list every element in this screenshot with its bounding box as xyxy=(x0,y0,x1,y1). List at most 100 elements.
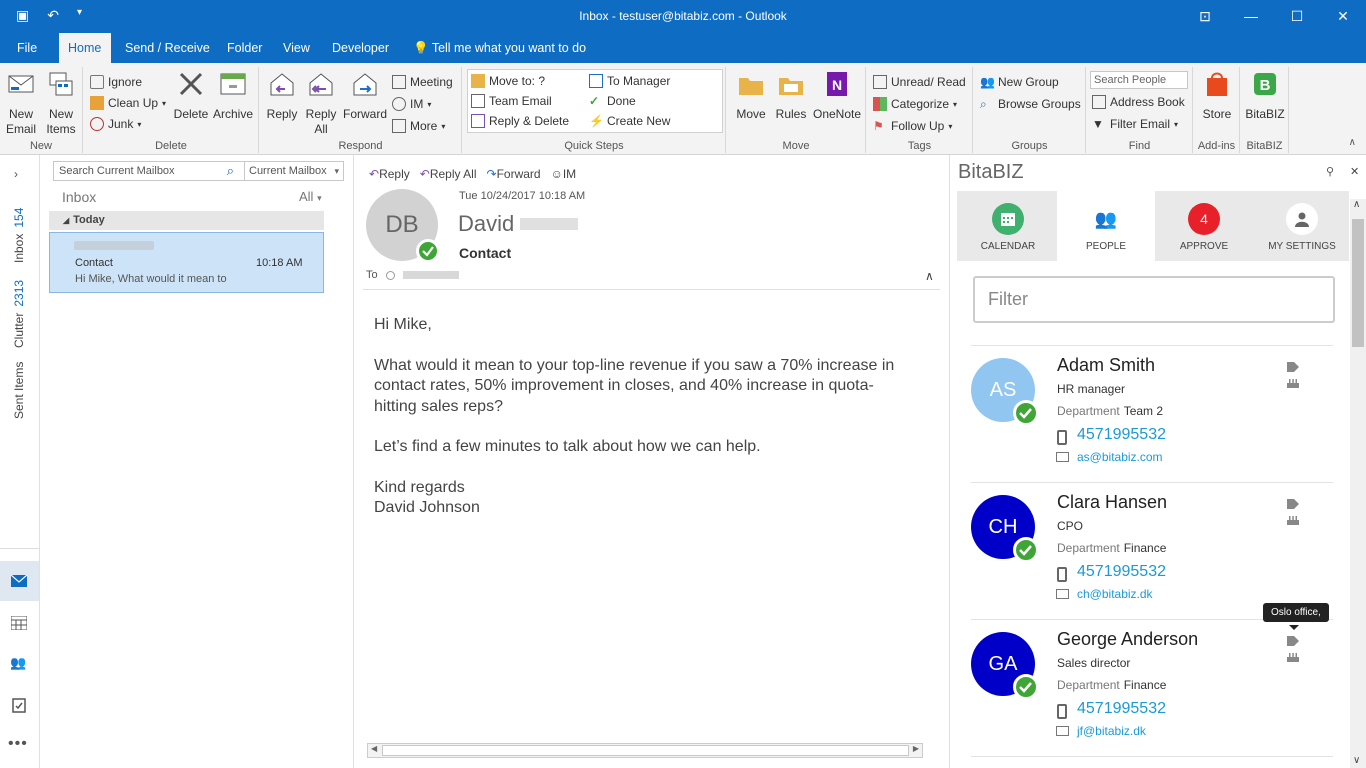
tab-approve[interactable]: 4 APPROVE xyxy=(1155,191,1253,261)
scrollbar-thumb[interactable] xyxy=(1352,219,1364,347)
ignore-button[interactable]: Ignore xyxy=(90,73,142,91)
onenote-button[interactable]: N OneNote xyxy=(811,69,863,122)
vertical-scrollbar[interactable]: ∧ ∨ xyxy=(1350,199,1366,768)
follow-up-button[interactable]: ⚑ Follow Up ▾ xyxy=(873,117,952,135)
move-button[interactable]: Move xyxy=(731,69,771,122)
bitabiz-button[interactable]: B BitaBIZ xyxy=(1243,69,1287,122)
minimize-icon[interactable]: — xyxy=(1228,0,1274,33)
calendar-icon[interactable] xyxy=(11,616,27,630)
nav-inbox[interactable]: Inbox 154 xyxy=(12,208,26,263)
tab-calendar[interactable]: CALENDAR xyxy=(959,191,1057,261)
reply-button[interactable]: Reply xyxy=(264,69,300,122)
scroll-left-icon[interactable]: ◀ xyxy=(371,744,377,753)
rules-button[interactable]: Rules xyxy=(771,69,811,122)
close-pane-icon[interactable]: ✕ xyxy=(1350,165,1359,178)
qs-done-button[interactable]: ✓ Done xyxy=(589,92,636,110)
contact-email[interactable]: as@bitabiz.com xyxy=(1077,450,1163,464)
meeting-button[interactable]: Meeting xyxy=(392,73,453,91)
horizontal-scrollbar[interactable]: ◀ ▶ xyxy=(367,743,923,758)
qs-reply-delete-button[interactable]: Reply & Delete xyxy=(471,112,569,130)
contact-email[interactable]: ch@bitabiz.dk xyxy=(1077,587,1153,601)
unread-read-button[interactable]: Unread/ Read xyxy=(873,73,966,91)
list-item[interactable]: Contact 10:18 AM Hi Mike, What would it … xyxy=(49,232,324,293)
group-label-quick-steps: Quick Steps xyxy=(564,140,624,152)
tag-icon[interactable] xyxy=(1287,499,1299,509)
pin-icon[interactable]: ⚲ xyxy=(1326,165,1334,178)
categorize-button[interactable]: Categorize ▾ xyxy=(873,95,957,113)
qs-to-manager-button[interactable]: To Manager xyxy=(589,72,670,90)
birthday-cake-icon[interactable] xyxy=(1287,652,1299,662)
browse-groups-button[interactable]: ⌕ Browse Groups xyxy=(980,95,1081,113)
date-group-header[interactable]: ◢ Today xyxy=(49,211,324,230)
nav-clutter[interactable]: Clutter 2313 xyxy=(12,280,26,348)
address-book-button[interactable]: Address Book xyxy=(1092,93,1185,111)
im-button[interactable]: IM ▾ xyxy=(392,95,431,113)
recipient-blurred[interactable] xyxy=(402,271,459,279)
junk-button[interactable]: Junk ▾ xyxy=(90,115,141,133)
nav-mail[interactable] xyxy=(0,561,39,601)
more-button[interactable]: More ▾ xyxy=(392,117,445,135)
birthday-cake-icon[interactable] xyxy=(1287,515,1299,525)
tag-icon[interactable] xyxy=(1287,636,1299,646)
filter-email-button[interactable]: ▼ Filter Email ▾ xyxy=(1092,115,1178,133)
sender-name[interactable]: David xyxy=(458,211,579,237)
reply-action[interactable]: ↶Reply xyxy=(369,167,410,181)
collapse-header-icon[interactable]: ∧ xyxy=(925,269,934,283)
people-nav-icon[interactable]: 👥 xyxy=(10,655,26,671)
birthday-cake-icon[interactable] xyxy=(1287,378,1299,388)
reply-all-button[interactable]: Reply All xyxy=(302,69,340,137)
tab-people[interactable]: 👥 PEOPLE xyxy=(1057,191,1155,261)
search-icon[interactable]: ⌕ xyxy=(227,162,234,180)
maximize-icon[interactable]: ☐ xyxy=(1274,0,1320,33)
tab-developer[interactable]: Developer xyxy=(323,33,398,63)
contact-card[interactable]: AS Adam Smith HR manager Department Team … xyxy=(971,345,1333,482)
tasks-icon[interactable] xyxy=(12,697,26,713)
qs-move-to-button[interactable]: Move to: ? xyxy=(471,72,545,90)
group-respond: Reply Reply All Forward Meeting IM ▾ More… xyxy=(260,67,462,153)
clean-up-button[interactable]: Clean Up ▾ xyxy=(90,94,166,112)
new-items-button[interactable]: New Items xyxy=(44,69,78,137)
close-icon[interactable]: ✕ xyxy=(1320,0,1366,33)
forward-button[interactable]: Forward xyxy=(342,69,388,122)
nav-sent-items[interactable]: Sent Items xyxy=(12,362,26,419)
more-apps-icon[interactable]: ••• xyxy=(8,735,28,753)
tell-me-box[interactable]: 💡 Tell me what you want to do xyxy=(404,33,595,63)
new-group-button[interactable]: 👥 New Group xyxy=(980,73,1059,91)
qs-team-email-button[interactable]: Team Email xyxy=(471,92,552,110)
tab-send-receive[interactable]: Send / Receive xyxy=(116,33,219,63)
contact-card[interactable]: GA George Anderson Sales director Depart… xyxy=(971,619,1333,756)
contact-email[interactable]: jf@bitabiz.dk xyxy=(1077,724,1146,738)
im-action[interactable]: ☺IM xyxy=(551,167,577,181)
scroll-up-icon[interactable]: ∧ xyxy=(1353,199,1360,210)
filter-all-dropdown[interactable]: All ▾ xyxy=(299,189,322,204)
contact-phone[interactable]: 4571995532 xyxy=(1077,700,1166,718)
tab-file[interactable]: File xyxy=(8,33,46,63)
tab-my-settings[interactable]: MY SETTINGS xyxy=(1253,191,1351,261)
contact-phone[interactable]: 4571995532 xyxy=(1077,563,1166,581)
reply-all-action[interactable]: ↶Reply All xyxy=(420,167,477,181)
tab-folder[interactable]: Folder xyxy=(218,33,271,63)
filter-input[interactable]: Filter xyxy=(973,276,1335,323)
new-email-button[interactable]: New Email xyxy=(4,69,38,137)
contact-phone[interactable]: 4571995532 xyxy=(1077,426,1166,444)
collapse-ribbon-icon[interactable]: ∧ xyxy=(1349,137,1356,148)
search-scope-dropdown[interactable]: Current Mailbox ▾ xyxy=(244,161,344,181)
tab-view[interactable]: View xyxy=(274,33,319,63)
search-people-input[interactable]: Search People xyxy=(1090,71,1188,89)
delete-button[interactable]: Delete xyxy=(172,69,210,122)
scrollbar-thumb[interactable] xyxy=(382,745,909,756)
contact-card[interactable]: CH Clara Hansen CPO Department Finance 45… xyxy=(971,482,1333,619)
nav-sent-label: Sent Items xyxy=(12,361,26,419)
tag-icon[interactable] xyxy=(1287,362,1299,372)
forward-action[interactable]: ↷Forward xyxy=(487,167,541,181)
ribbon-display-icon[interactable]: ⊡ xyxy=(1182,0,1228,33)
qs-create-new-button[interactable]: ⚡ Create New xyxy=(589,112,670,130)
expand-folder-pane-icon[interactable]: › xyxy=(14,167,18,181)
rules-label: Rules xyxy=(775,107,807,121)
store-button[interactable]: Store xyxy=(1198,69,1236,122)
tab-home[interactable]: Home xyxy=(59,33,111,63)
chevron-down-icon: ▾ xyxy=(427,99,432,109)
scroll-down-icon[interactable]: ∨ xyxy=(1353,755,1360,766)
scroll-right-icon[interactable]: ▶ xyxy=(913,744,919,753)
archive-button[interactable]: Archive xyxy=(212,69,254,122)
